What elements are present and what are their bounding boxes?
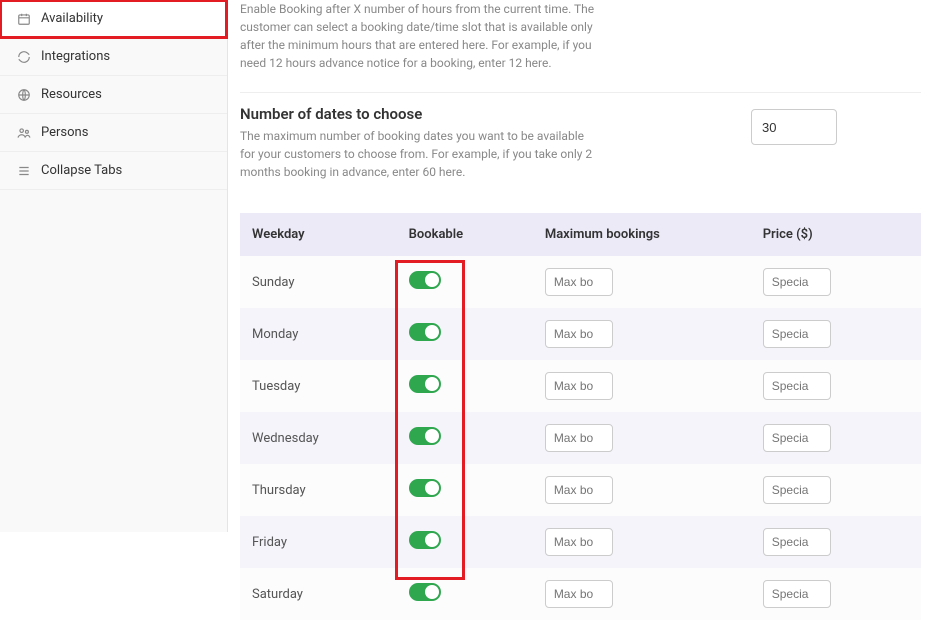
sidebar: Availability Integrations Resources Pers… [0,0,228,532]
sync-icon [16,49,31,64]
weekday-cell: Monday [240,308,397,360]
table-row: Thursday [240,464,921,516]
price-input[interactable] [763,372,831,400]
bookable-toggle[interactable] [409,583,441,601]
menu-icon [16,163,31,178]
price-input[interactable] [763,268,831,296]
main-content: Enable Booking after X number of hours f… [228,0,933,532]
advance-notice-description: Enable Booking after X number of hours f… [240,0,600,72]
header-weekday: Weekday [240,213,397,256]
bookable-toggle[interactable] [409,427,441,445]
table-row: Tuesday [240,360,921,412]
table-row: Wednesday [240,412,921,464]
max-bookings-input[interactable] [545,268,613,296]
header-price: Price ($) [751,213,921,256]
max-bookings-input[interactable] [545,528,613,556]
max-bookings-input[interactable] [545,372,613,400]
bookable-toggle[interactable] [409,479,441,497]
price-input[interactable] [763,528,831,556]
weekday-cell: Saturday [240,568,397,620]
sidebar-item-availability[interactable]: Availability [0,0,227,38]
sidebar-item-label: Availability [41,11,103,26]
table-row: Monday [240,308,921,360]
sidebar-item-integrations[interactable]: Integrations [0,38,227,76]
sidebar-item-label: Resources [41,87,102,102]
section-advance-notice: Enable Booking after X number of hours f… [240,0,921,93]
calendar-icon [16,11,31,26]
max-bookings-input[interactable] [545,580,613,608]
weekday-cell: Wednesday [240,412,397,464]
table-row: Saturday [240,568,921,620]
bookable-toggle[interactable] [409,271,441,289]
bookable-toggle[interactable] [409,375,441,393]
max-bookings-input[interactable] [545,424,613,452]
price-input[interactable] [763,580,831,608]
sidebar-item-resources[interactable]: Resources [0,76,227,114]
price-input[interactable] [763,424,831,452]
header-max-bookings: Maximum bookings [533,213,751,256]
sidebar-item-persons[interactable]: Persons [0,114,227,152]
max-bookings-input[interactable] [545,320,613,348]
sidebar-item-collapse-tabs[interactable]: Collapse Tabs [0,152,227,190]
bookable-toggle[interactable] [409,323,441,341]
weekday-cell: Sunday [240,256,397,308]
price-input[interactable] [763,476,831,504]
users-icon [16,125,31,140]
sidebar-item-label: Collapse Tabs [41,163,122,178]
weekday-cell: Tuesday [240,360,397,412]
num-dates-description: The maximum number of booking dates you … [240,127,600,181]
globe-icon [16,87,31,102]
table-row: Friday [240,516,921,568]
schedule-table: Weekday Bookable Maximum bookings Price … [240,213,921,620]
num-dates-title: Number of dates to choose [240,105,661,123]
sidebar-item-label: Persons [41,125,88,140]
table-row: Sunday [240,256,921,308]
bookable-toggle[interactable] [409,531,441,549]
weekday-cell: Thursday [240,464,397,516]
schedule-table-wrap: Weekday Bookable Maximum bookings Price … [240,213,921,620]
price-input[interactable] [763,320,831,348]
max-bookings-input[interactable] [545,476,613,504]
sidebar-item-label: Integrations [41,49,110,64]
section-number-of-dates: Number of dates to choose The maximum nu… [240,93,921,201]
weekday-cell: Friday [240,516,397,568]
header-bookable: Bookable [397,213,533,256]
num-dates-input[interactable] [751,109,837,145]
